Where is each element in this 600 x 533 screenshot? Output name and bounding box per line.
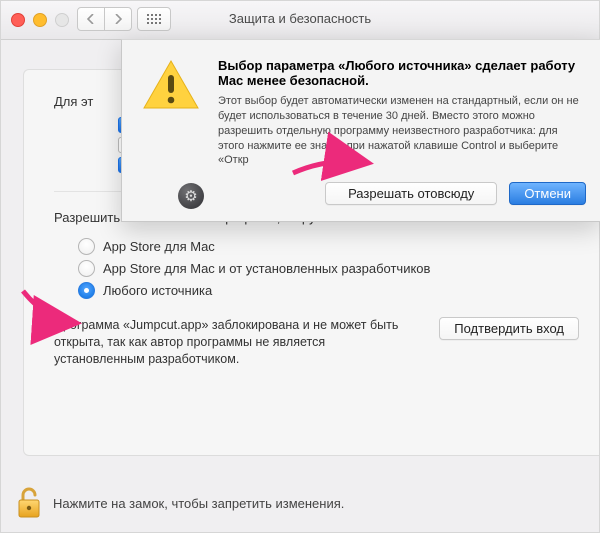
radio-identified-developers-label: App Store для Mac и от установленных раз… <box>103 261 430 276</box>
confirm-anywhere-dialog: ⚙ Выбор параметра «Любого источника» сде… <box>121 39 600 222</box>
gear-icon: ⚙ <box>178 183 204 209</box>
require-password-label-cut: Для эт <box>54 94 93 109</box>
allow-anywhere-button[interactable]: Разрешать отовсюду <box>325 182 497 205</box>
confirm-open-button[interactable]: Подтвердить вход <box>439 317 579 340</box>
radio-app-store-label: App Store для Mac <box>103 239 215 254</box>
warning-icon: ⚙ <box>140 58 202 205</box>
dialog-subtext: Этот выбор будет автоматически изменен н… <box>218 94 586 168</box>
lock-footer: Нажмите на замок, чтобы запретить измене… <box>15 486 599 520</box>
allow-apps-radios: App Store для Mac App Store для Mac и от… <box>78 235 579 301</box>
dialog-headline: Выбор параметра «Любого источника» сдела… <box>218 58 575 88</box>
dialog-text: Выбор параметра «Любого источника» сдела… <box>218 58 586 205</box>
radio-app-store[interactable] <box>78 238 95 255</box>
unlocked-padlock-icon[interactable] <box>15 486 43 520</box>
lock-text: Нажмите на замок, чтобы запретить измене… <box>53 496 344 511</box>
radio-anywhere[interactable] <box>78 282 95 299</box>
radio-identified-developers[interactable] <box>78 260 95 277</box>
radio-anywhere-label: Любого источника <box>103 283 212 298</box>
blocked-app-text: Программа «Jumpcut.app» заблокирована и … <box>54 317 419 368</box>
cancel-button[interactable]: Отмени <box>509 182 586 205</box>
titlebar: Защита и безопасность <box>1 1 599 40</box>
window-title: Защита и безопасность <box>1 11 599 26</box>
prefs-window: Защита и безопасность Для эт Выключить а… <box>0 0 600 533</box>
